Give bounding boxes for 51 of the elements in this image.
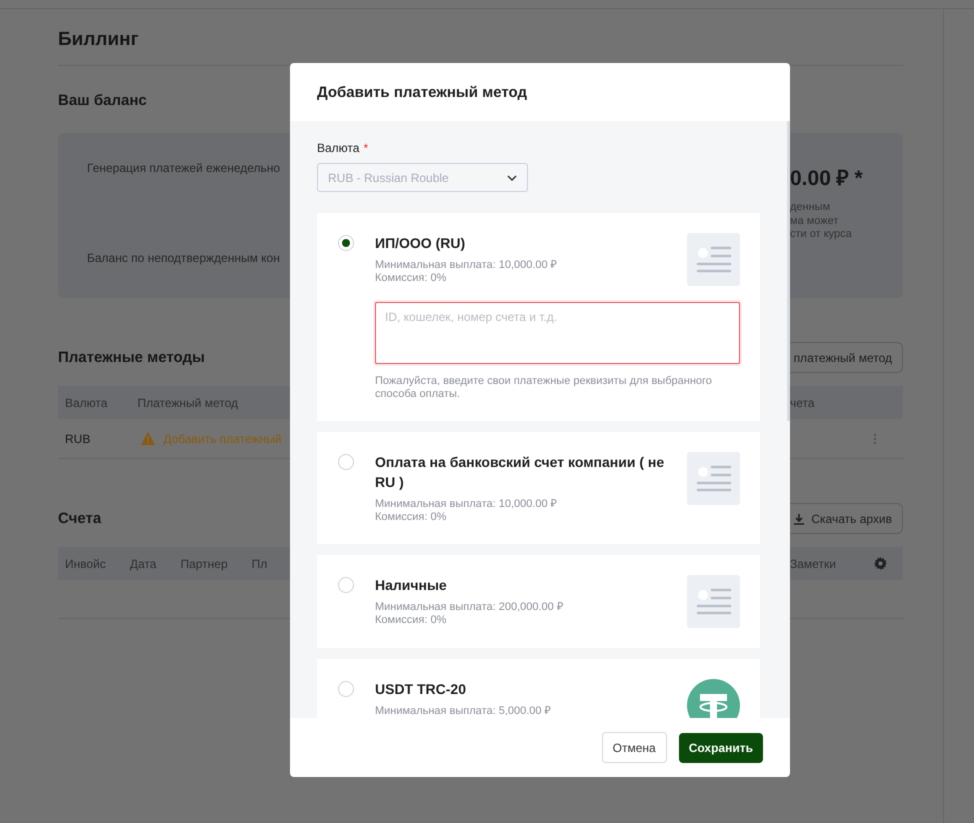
commission: Комиссия: 0% [375, 614, 448, 627]
payment-details-field[interactable]: ID, кошелек, номер счета и т.д. [375, 302, 740, 364]
table-cell: RUB [65, 432, 90, 446]
cancel-button[interactable]: Отмена [602, 732, 667, 763]
save-button[interactable]: Сохранить [678, 732, 763, 762]
dialog-title: Добавить платежный метод [317, 84, 528, 100]
method-name: Оплата на банковский счет компании ( не RU ) [375, 453, 666, 492]
column-header: чета [790, 396, 815, 410]
column-header: Заметки [790, 556, 836, 570]
balance-note: денным [790, 201, 832, 214]
balance-label: Баланс по неподтвержденным кон [87, 251, 281, 265]
section-title: Счета [58, 510, 102, 527]
min-payout: Минимальная выплата: 10,000.00 ₽ [375, 259, 558, 272]
column-header: Дата [130, 556, 156, 570]
required-mark: * [363, 141, 368, 155]
tether-logo-icon [687, 679, 740, 718]
section-title: Ваш баланс [58, 92, 147, 109]
field-hint: Пожалуйста, введите свои платежные реквизиты для выбранного способа оплаты. [375, 375, 713, 401]
method-card[interactable]: Наличные Минимальная выплата: 200,000.00 ₽ Комиссия: 0% [317, 555, 760, 648]
column-header: Пл [252, 556, 268, 570]
commission: Комиссия: 0% [375, 272, 448, 285]
warning-icon [141, 432, 156, 445]
balance-note: сти от курса [790, 228, 853, 242]
balance-label: Генерация платежей еженедельно [87, 161, 282, 175]
column-header: Партнер [180, 556, 228, 570]
commission: Комиссия: 0% [375, 511, 448, 524]
radio-button[interactable] [338, 454, 354, 470]
field-label: Валюта [317, 141, 360, 155]
min-payout: Минимальная выплата: 200,000.00 ₽ [375, 601, 564, 614]
balance-note: ма может [790, 214, 840, 228]
radio-button[interactable] [338, 681, 354, 697]
radio-button[interactable] [338, 577, 354, 593]
method-card[interactable]: ИП/ООО (RU) Минимальная выплата: 10,000.00 ₽ Комиссия: 0% ID, кошелек, номер счета и т.д. Пожалуйста, введите свои платежные реквизиты для выбранного способа оплаты. [317, 213, 760, 421]
section-title: Платежные методы [58, 349, 205, 366]
scrollbar[interactable] [787, 121, 790, 421]
radio-button[interactable] [338, 235, 354, 251]
chevron-down-icon [507, 174, 517, 180]
method-name: ИП/ООО (RU) [375, 234, 466, 253]
download-icon [793, 512, 806, 524]
download-archive-button[interactable]: Скачать архив [790, 503, 903, 534]
balance-amount: 0.00 ₽ * [790, 166, 864, 191]
method-card[interactable]: Оплата на банковский счет компании ( не RU ) Минимальная выплата: 10,000.00 ₽ Комиссия: 0% [317, 432, 760, 544]
min-payout: Минимальная выплата: 5,000.00 ₽ [375, 705, 552, 718]
settings-icon[interactable] [874, 557, 887, 570]
method-name: Наличные [375, 576, 448, 595]
method-name: USDT TRC-20 [375, 680, 468, 699]
method-card[interactable]: USDT TRC-20 Минимальная выплата: 5,000.00 ₽ [317, 659, 760, 718]
column-header: Платежный метод [137, 396, 238, 410]
column-header: Валюта [65, 396, 108, 410]
min-payout: Минимальная выплата: 10,000.00 ₽ [375, 498, 558, 511]
column-header: Инвойс [65, 556, 106, 570]
